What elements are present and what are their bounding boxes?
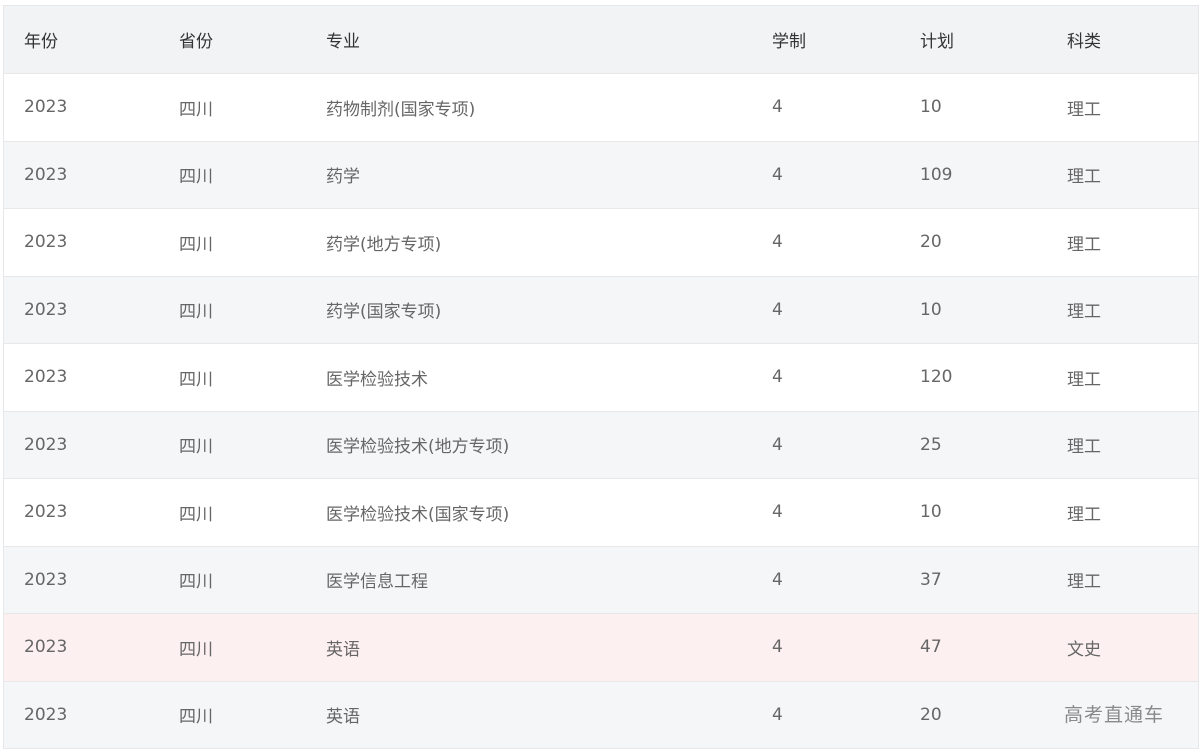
cell-plan: 37 [920,569,942,590]
cell-plan: 10 [920,97,942,118]
cell-length: 4 [772,299,783,320]
cell-province: 四川 [179,572,213,593]
cell-plan: 20 [920,232,942,253]
cell-major: 药学(地方专项) [326,234,442,255]
column-header-major[interactable]: 专业 [326,6,360,73]
cell-plan: 47 [920,637,942,658]
cell-year: 2023 [24,434,68,455]
cell-category: 文史 [1067,639,1101,660]
cell-year: 2023 [24,97,68,118]
cell-province: 四川 [179,234,213,255]
cell-length: 4 [772,97,783,118]
cell-major: 英语 [326,707,360,728]
cell-plan: 120 [920,367,953,388]
column-header-category[interactable]: 科类 [1067,6,1101,73]
watermark-text: 高考直通车 [1064,704,1165,726]
cell-length: 4 [772,434,783,455]
cell-category: 理工 [1067,572,1101,593]
table-row[interactable]: 2023 四川 药学 4 109 理工 [4,141,1198,209]
cell-major: 药学(国家专项) [326,302,442,323]
cell-major: 英语 [326,639,360,660]
cell-province: 四川 [179,707,213,728]
cell-year: 2023 [24,232,68,253]
cell-province: 四川 [179,167,213,188]
column-header-length[interactable]: 学制 [772,6,806,73]
column-header-year[interactable]: 年份 [24,6,58,73]
table-row[interactable]: 2023 四川 医学检验技术(国家专项) 4 10 理工 [4,479,1198,547]
cell-province: 四川 [179,639,213,660]
cell-plan: 25 [920,434,942,455]
cell-year: 2023 [24,502,68,523]
cell-major: 药物制剂(国家专项) [326,99,476,120]
cell-length: 4 [772,637,783,658]
cell-category: 理工 [1067,167,1101,188]
table-row[interactable]: 2023 四川 英语 4 20 [4,681,1198,749]
cell-length: 4 [772,367,783,388]
cell-year: 2023 [24,704,68,725]
cell-major: 医学检验技术 [326,369,428,390]
cell-length: 4 [772,164,783,185]
table-row[interactable]: 2023 四川 药学(地方专项) 4 20 理工 [4,209,1198,277]
cell-plan: 10 [920,502,942,523]
cell-year: 2023 [24,637,68,658]
table-row[interactable]: 2023 四川 医学信息工程 4 37 理工 [4,546,1198,614]
table-row-hovered[interactable]: 2023 四川 英语 4 47 文史 [4,614,1198,682]
cell-province: 四川 [179,369,213,390]
cell-province: 四川 [179,437,213,458]
cell-length: 4 [772,502,783,523]
cell-major: 药学 [326,167,360,188]
cell-year: 2023 [24,367,68,388]
cell-category: 理工 [1067,234,1101,255]
column-header-plan[interactable]: 计划 [920,6,954,73]
cell-category: 理工 [1067,437,1101,458]
cell-province: 四川 [179,504,213,525]
admission-plan-table: 年份 省份 专业 学制 计划 科类 2023 四川 药物制剂(国家专项) 4 1… [3,5,1199,749]
cell-year: 2023 [24,164,68,185]
cell-length: 4 [772,232,783,253]
cell-plan: 10 [920,299,942,320]
cell-major: 医学检验技术(地方专项) [326,437,510,458]
cell-plan: 109 [920,164,953,185]
cell-length: 4 [772,704,783,725]
cell-year: 2023 [24,569,68,590]
table-header-row: 年份 省份 专业 学制 计划 科类 [4,6,1198,74]
cell-length: 4 [772,569,783,590]
cell-major: 医学信息工程 [326,572,428,593]
cell-category: 理工 [1067,99,1101,120]
cell-year: 2023 [24,299,68,320]
table-row[interactable]: 2023 四川 药学(国家专项) 4 10 理工 [4,276,1198,344]
table-row[interactable]: 2023 四川 药物制剂(国家专项) 4 10 理工 [4,74,1198,142]
column-header-province[interactable]: 省份 [179,6,213,73]
cell-category: 理工 [1067,302,1101,323]
cell-category: 理工 [1067,369,1101,390]
table-row[interactable]: 2023 四川 医学检验技术(地方专项) 4 25 理工 [4,411,1198,479]
cell-province: 四川 [179,302,213,323]
cell-province: 四川 [179,99,213,120]
cell-major: 医学检验技术(国家专项) [326,504,510,525]
cell-plan: 20 [920,704,942,725]
cell-category: 理工 [1067,504,1101,525]
table-row[interactable]: 2023 四川 医学检验技术 4 120 理工 [4,344,1198,412]
